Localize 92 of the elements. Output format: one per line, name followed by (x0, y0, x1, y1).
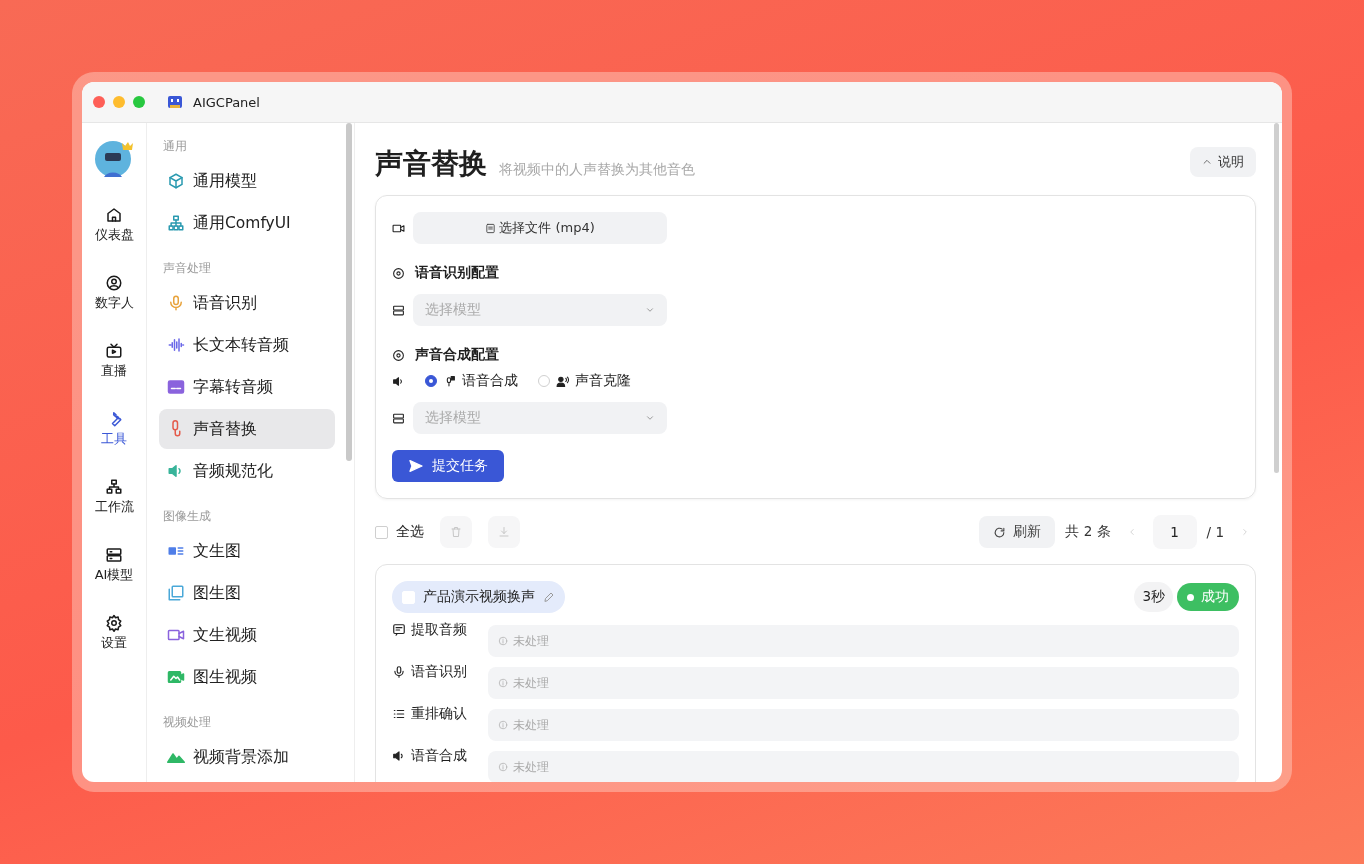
step-status-field: 未处理 (488, 667, 1239, 699)
step-status-field: 未处理 (488, 625, 1239, 657)
mode-radio[interactable]: 语音合成 (425, 372, 518, 390)
server-icon (105, 546, 123, 564)
total-count: 共 2 条 (1065, 523, 1111, 541)
submit-button[interactable]: 提交任务 (392, 450, 504, 482)
refresh-button[interactable]: 刷新 (979, 516, 1056, 548)
chevron-right-icon (1240, 527, 1250, 537)
page-count: / 1 (1206, 524, 1224, 540)
step-label: 提取音频 (411, 621, 467, 639)
speaker-icon (392, 749, 406, 763)
hierarchy-icon (105, 478, 123, 496)
sidebar-item[interactable]: 通用模型 (159, 161, 335, 201)
nav-rail-item[interactable]: 直播 (84, 327, 144, 395)
cube-icon (167, 172, 185, 190)
nav-rail-item[interactable]: 数字人 (84, 259, 144, 327)
task-name: 产品演示视频换声 (423, 588, 535, 606)
home-icon (105, 206, 123, 224)
page-input[interactable]: 1 (1152, 515, 1197, 549)
file-icon (485, 222, 497, 234)
trash-icon (450, 526, 462, 538)
group-heading: 声音处理 (162, 260, 212, 277)
info-icon (498, 762, 508, 772)
waveform-icon (167, 336, 185, 354)
sidebar-item[interactable]: 文生视频 (159, 615, 335, 655)
file-select-button[interactable]: 选择文件 (mp4) (413, 212, 667, 244)
user-circle-icon (105, 274, 123, 292)
list-icon (392, 707, 406, 721)
image-icon (167, 668, 185, 686)
sidebar-item[interactable]: 图生图 (159, 573, 335, 613)
sidebar-item[interactable]: 声音替换 (159, 409, 335, 449)
info-icon (498, 678, 508, 688)
send-icon (408, 458, 424, 474)
section-heading: 声音合成配置 (415, 346, 499, 364)
nav-rail-item[interactable]: 设置 (84, 599, 144, 667)
sidebar-item[interactable]: 视频背景添加 (159, 737, 335, 777)
minimize-window-button[interactable] (113, 96, 125, 108)
sidebar-item[interactable]: 语音识别 (159, 283, 335, 323)
info-icon (498, 636, 508, 646)
sidebar-item[interactable]: 字幕转音频 (159, 367, 335, 407)
sidebar-item[interactable]: 文生图 (159, 531, 335, 571)
nav-rail-item[interactable]: AI模型 (84, 531, 144, 599)
sidebar-item[interactable]: 音频规范化 (159, 451, 335, 491)
robot-icon (167, 94, 183, 110)
settings-icon (392, 266, 405, 280)
pencil-icon (543, 591, 555, 603)
caret-icon (1202, 157, 1212, 167)
window-title: AIGCPanel (193, 94, 260, 110)
copy-icon (167, 584, 185, 602)
task-name-chip[interactable]: 产品演示视频换声 (392, 581, 565, 613)
page-title: 声音替换 (375, 146, 487, 182)
group-heading: 视频处理 (162, 714, 212, 731)
help-button[interactable]: 说明 (1190, 147, 1256, 177)
info-icon (498, 720, 508, 730)
chevron-down-icon (645, 413, 655, 423)
sidebar-item[interactable]: 通用ComfyUI (159, 203, 335, 243)
step-label: 语音识别 (411, 663, 467, 681)
nav-rail-item[interactable]: 工具 (84, 395, 144, 463)
message-icon (392, 623, 406, 637)
refresh-icon (993, 525, 1007, 539)
speaker-icon (392, 374, 405, 388)
chevron-down-icon (645, 305, 655, 315)
status-badge: 成功 (1177, 583, 1239, 611)
page-subtitle: 将视频中的人声替换为其他音色 (499, 161, 695, 179)
select-all-checkbox[interactable]: 全选 (375, 523, 424, 541)
close-window-button[interactable] (93, 96, 105, 108)
sidebar-item[interactable]: 图生视频 (159, 657, 335, 697)
settings-icon (105, 614, 123, 632)
step-status-field: 未处理 (488, 709, 1239, 741)
step-label: 重排确认 (411, 705, 467, 723)
download-icon (498, 526, 510, 538)
duration-badge: 3秒 (1134, 582, 1173, 612)
user-voice-icon (556, 374, 569, 388)
sidebar-item[interactable]: 长文本转音频 (159, 325, 335, 365)
settings-icon (392, 348, 405, 362)
step-status-field: 未处理 (488, 751, 1239, 782)
delete-button[interactable] (440, 516, 472, 548)
tv-icon (105, 342, 123, 360)
maximize-window-button[interactable] (133, 96, 145, 108)
section-heading: 语音识别配置 (415, 264, 499, 282)
group-heading: 图像生成 (162, 508, 212, 525)
server-icon (392, 303, 405, 317)
nav-rail-item[interactable]: 仪表盘 (84, 191, 144, 259)
nav-rail-item[interactable]: 工作流 (84, 463, 144, 531)
group-heading: 通用 (162, 138, 188, 155)
step-label: 语音合成 (411, 747, 467, 765)
server-icon (392, 411, 405, 425)
mode-radio[interactable]: 声音克隆 (538, 372, 631, 390)
subtitles-icon (167, 378, 185, 396)
download-button[interactable] (488, 516, 520, 548)
task-checkbox[interactable] (402, 590, 415, 604)
hierarchy-icon (167, 214, 185, 232)
